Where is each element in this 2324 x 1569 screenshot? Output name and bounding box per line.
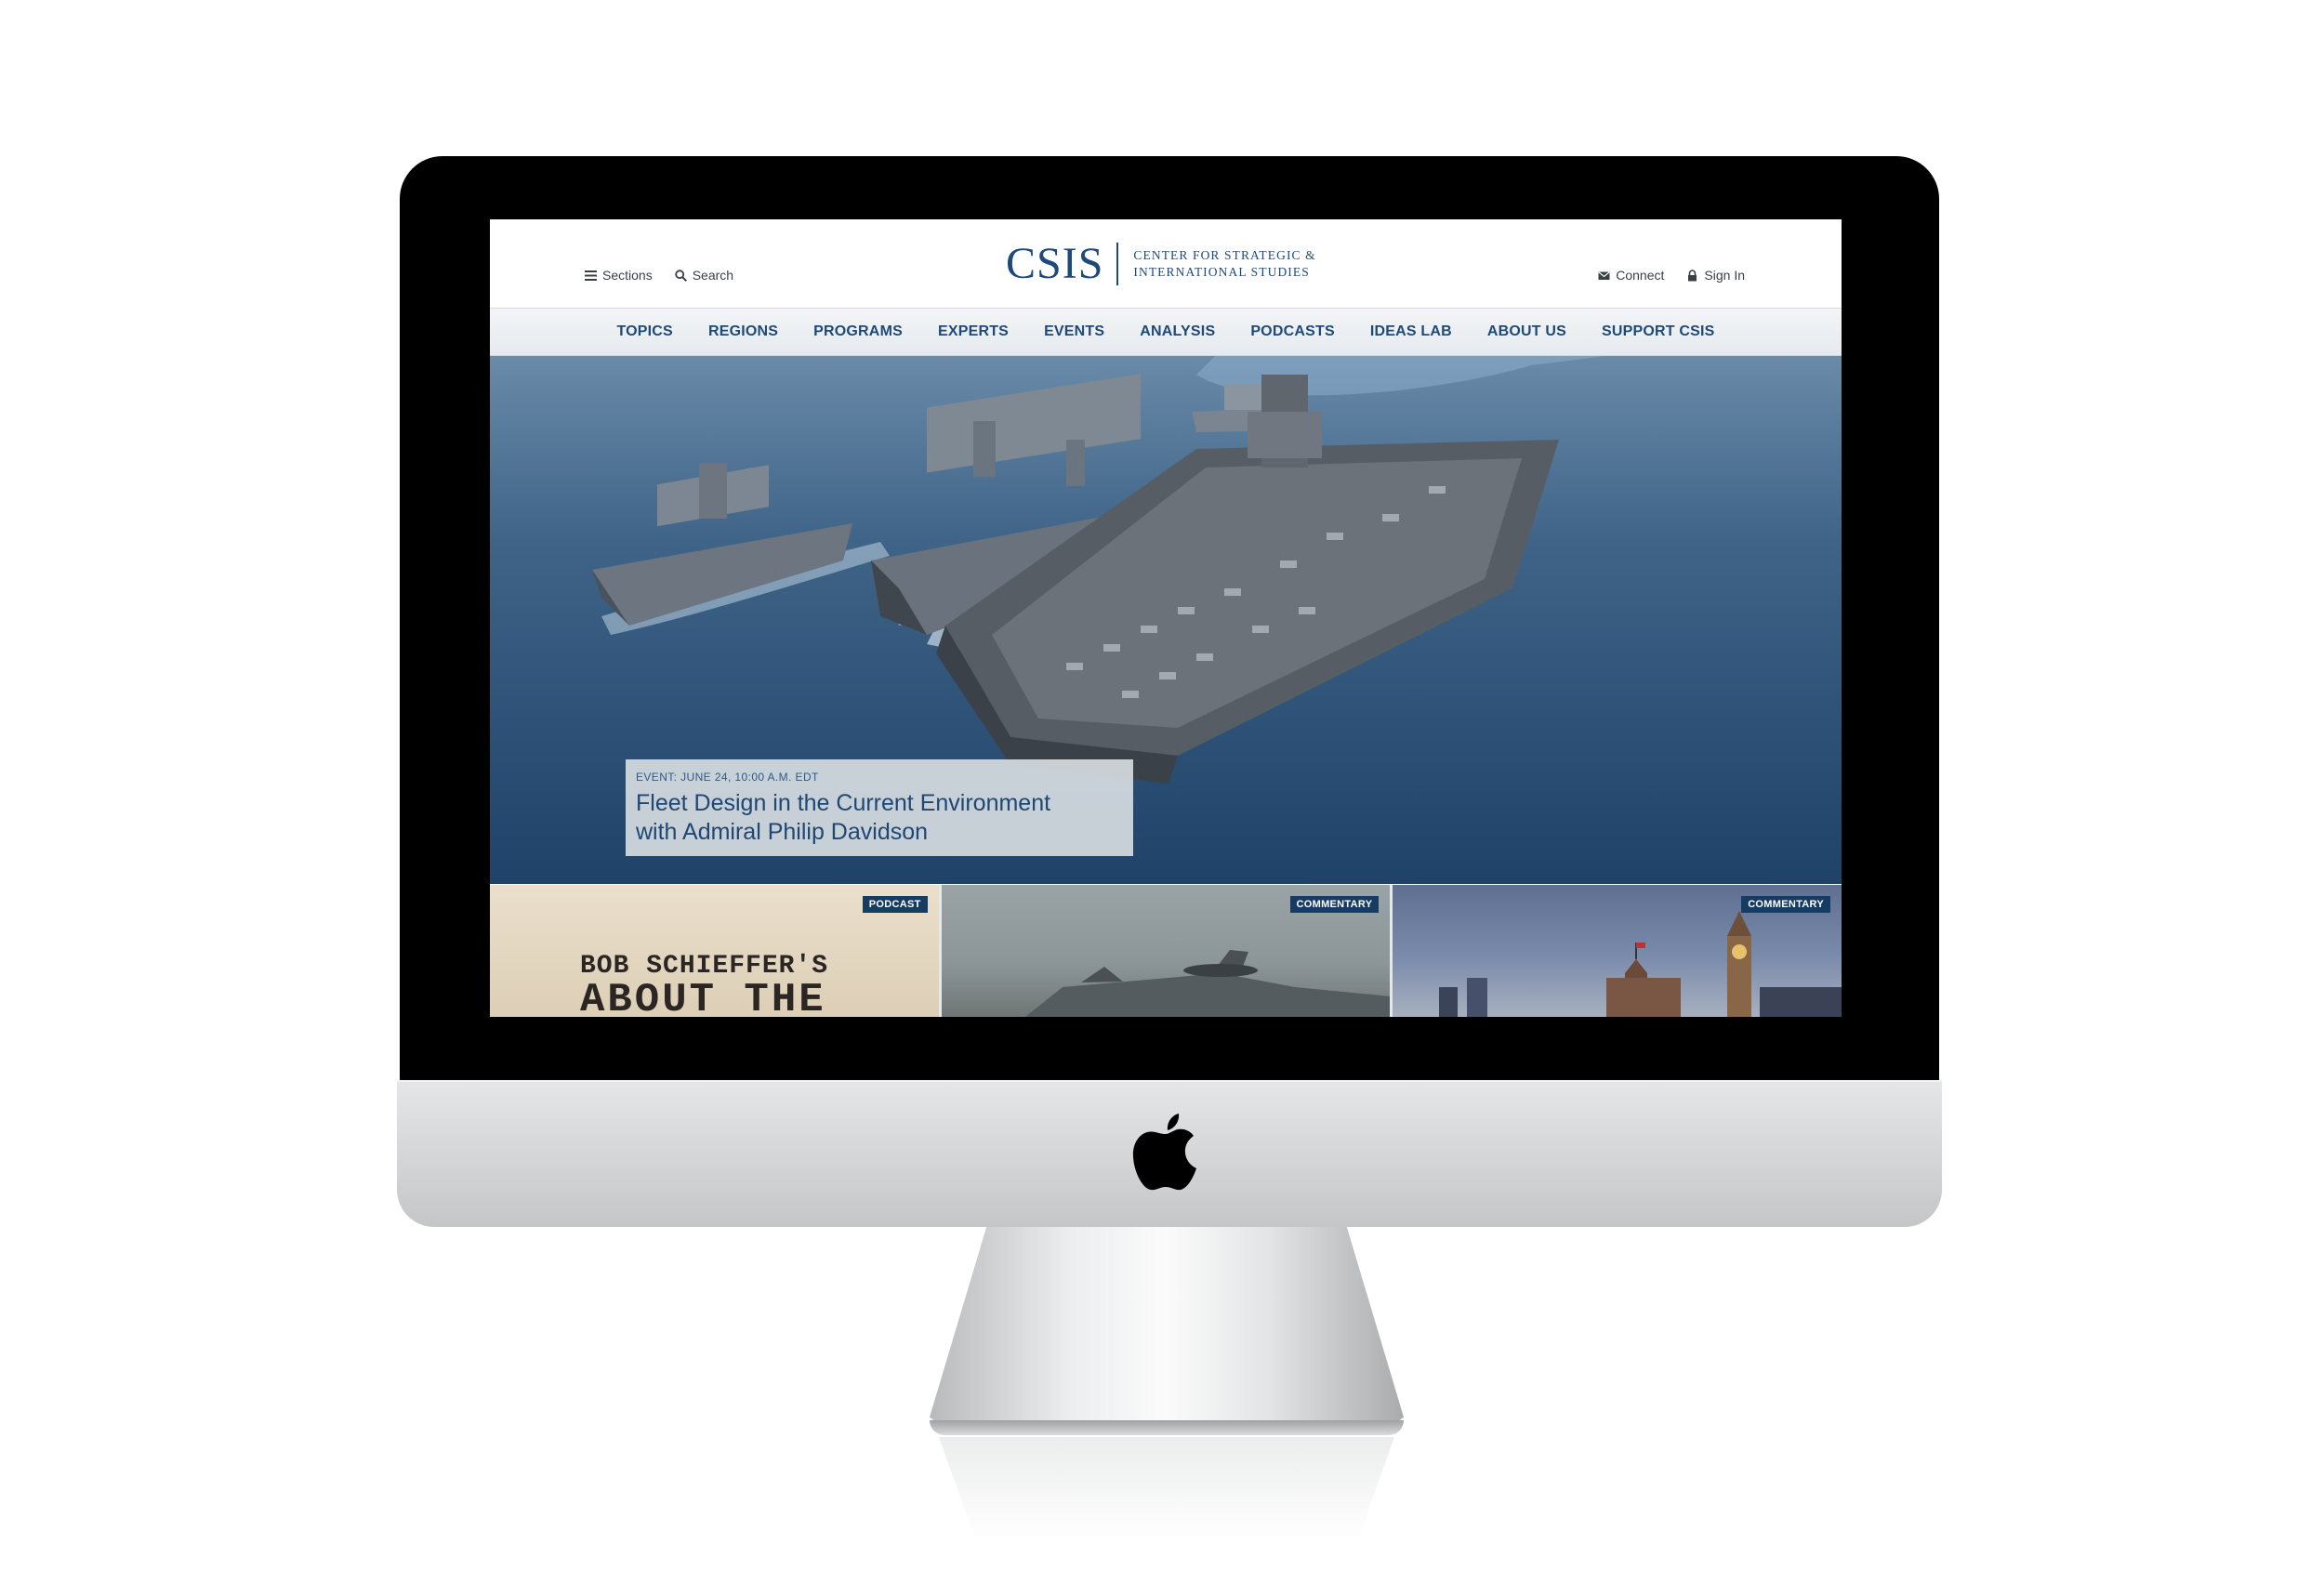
sections-button[interactable]: Sections — [585, 268, 653, 283]
stand-reflection — [939, 1437, 1394, 1539]
nav-item-podcasts[interactable]: PODCASTS — [1233, 323, 1353, 340]
feature-cards: PODCAST BOB SCHIEFFER'S ABOUT THE COMMEN… — [490, 885, 1842, 1017]
connect-label: Connect — [1616, 268, 1665, 283]
envelope-icon — [1598, 270, 1610, 280]
card-tag: PODCAST — [862, 896, 928, 913]
header-right-tools: Connect Sign In — [1598, 268, 1745, 283]
header-left-tools: Sections Search — [585, 268, 733, 283]
card-commentary-london[interactable]: COMMENTARY — [1393, 885, 1842, 1017]
card-tag: COMMENTARY — [1289, 896, 1380, 913]
search-icon — [675, 269, 687, 282]
logo-line-2: INTERNATIONAL STUDIES — [1133, 265, 1310, 279]
csis-logo[interactable]: CSIS CENTER FOR STRATEGIC & INTERNATIONA… — [1006, 242, 1316, 286]
lock-icon — [1688, 269, 1697, 281]
apple-logo-icon — [1132, 1114, 1196, 1191]
hero-title-line-1: Fleet Design in the Current Environment — [636, 790, 1051, 816]
hero-feature[interactable]: EVENT: JUNE 24, 10:00 A.M. EDT Fleet Des… — [490, 356, 1842, 884]
site-header: Sections Search CSIS CENTER FOR STRATEGI… — [490, 219, 1842, 309]
search-button[interactable]: Search — [675, 268, 733, 283]
nav-item-regions[interactable]: REGIONS — [691, 323, 796, 340]
nav-item-about-us[interactable]: ABOUT US — [1470, 323, 1584, 340]
card-tag: COMMENTARY — [1741, 896, 1831, 913]
hero-kicker: EVENT: JUNE 24, 10:00 A.M. EDT — [636, 771, 819, 784]
hero-caption[interactable]: EVENT: JUNE 24, 10:00 A.M. EDT Fleet Des… — [626, 759, 1133, 856]
logo-text: CENTER FOR STRATEGIC & INTERNATIONAL STU… — [1133, 247, 1315, 281]
nav-item-ideas-lab[interactable]: IDEAS LAB — [1353, 323, 1470, 340]
sign-in-button[interactable]: Sign In — [1686, 268, 1745, 283]
connect-button[interactable]: Connect — [1598, 268, 1664, 283]
card-podcast[interactable]: PODCAST BOB SCHIEFFER'S ABOUT THE — [490, 885, 939, 1017]
main-navigation: TOPICS REGIONS PROGRAMS EXPERTS EVENTS A… — [490, 309, 1842, 356]
screen: Sections Search CSIS CENTER FOR STRATEGI… — [490, 219, 1842, 1017]
hero-title: Fleet Design in the Current Environment … — [636, 789, 1123, 847]
menu-icon — [585, 270, 597, 281]
logo-line-1: CENTER FOR STRATEGIC & — [1133, 248, 1316, 262]
nav-item-analysis[interactable]: ANALYSIS — [1122, 323, 1233, 340]
hero-title-line-2: with Admiral Philip Davidson — [636, 819, 929, 845]
search-label: Search — [692, 268, 734, 283]
sections-label: Sections — [602, 268, 653, 283]
monitor-stand — [930, 1227, 1404, 1431]
nav-item-topics[interactable]: TOPICS — [599, 323, 690, 340]
logo-divider — [1116, 243, 1119, 285]
card-commentary-jet[interactable]: COMMENTARY — [941, 885, 1391, 1017]
nav-item-experts[interactable]: EXPERTS — [920, 323, 1026, 340]
card-podcast-artwork-title: BOB SCHIEFFER'S ABOUT THE — [580, 950, 828, 1017]
sign-in-label: Sign In — [1704, 268, 1745, 283]
nav-item-events[interactable]: EVENTS — [1026, 323, 1122, 340]
logo-mark: CSIS — [1006, 239, 1104, 288]
nav-item-support-csis[interactable]: SUPPORT CSIS — [1584, 323, 1733, 340]
nav-item-programs[interactable]: PROGRAMS — [796, 323, 920, 340]
monitor-stand-foot — [930, 1420, 1404, 1435]
card-title-line-2: ABOUT THE — [580, 977, 826, 1017]
